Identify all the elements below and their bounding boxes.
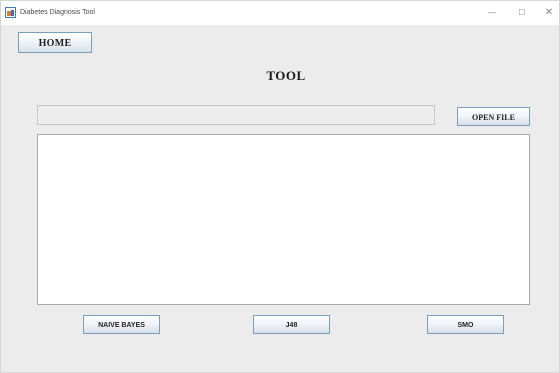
smo-button[interactable]: SMO — [427, 315, 504, 334]
window-title: Diabetes Diagnosis Tool — [20, 9, 95, 16]
file-path-field[interactable] — [37, 105, 435, 125]
close-icon[interactable]: ✕ — [537, 5, 560, 21]
page-title: TOOL — [266, 68, 306, 83]
icon-part-b — [11, 10, 14, 16]
open-file-button[interactable]: OPEN FILE — [457, 107, 530, 126]
app-window: Diabetes Diagnosis Tool — ☐ ✕ HOME TOOL … — [0, 0, 560, 373]
j48-button[interactable]: J48 — [253, 315, 330, 334]
naive-bayes-button[interactable]: NAIVE BAYES — [83, 315, 160, 334]
java-app-icon — [5, 7, 16, 18]
minimize-icon[interactable]: — — [480, 5, 504, 21]
output-text-area[interactable] — [37, 134, 530, 305]
title-bar[interactable]: Diabetes Diagnosis Tool — ☐ ✕ — [1, 1, 559, 25]
home-button[interactable]: HOME — [18, 32, 92, 53]
maximize-icon[interactable]: ☐ — [510, 5, 534, 21]
